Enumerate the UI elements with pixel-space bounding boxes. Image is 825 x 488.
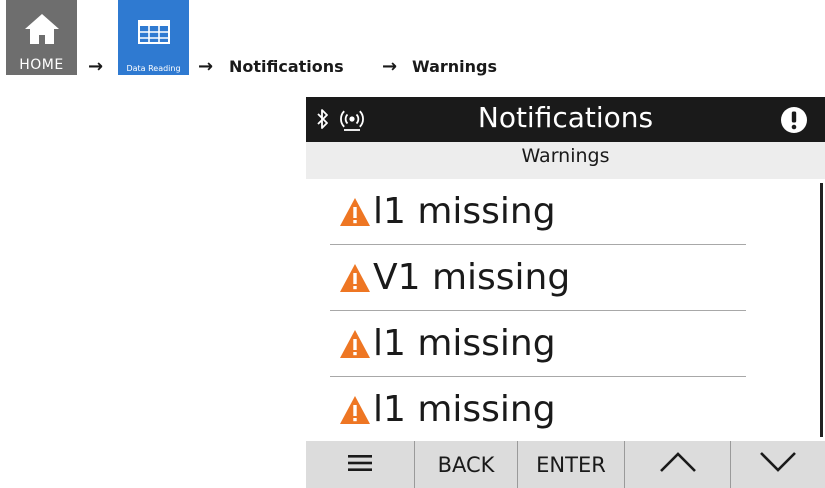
- scrollbar-thumb[interactable]: [820, 183, 823, 437]
- warning-message: l1 missing: [373, 323, 556, 364]
- warning-triangle-icon: [339, 263, 371, 293]
- page: HOME → Data Reading → Notifications → Wa…: [0, 0, 825, 488]
- scroll-down-button[interactable]: [730, 441, 825, 488]
- table-icon: [137, 0, 171, 64]
- house-icon: [23, 0, 61, 57]
- chevron-down-icon: [759, 451, 797, 478]
- breadcrumb-arrow: →: [198, 56, 214, 77]
- data-reading-tile[interactable]: Data Reading: [118, 0, 189, 75]
- device-screen: Notifications Warnings l1 missing V1 mis…: [306, 97, 825, 488]
- list-item[interactable]: V1 missing: [330, 245, 746, 311]
- scroll-up-button[interactable]: [624, 441, 730, 488]
- menu-button[interactable]: [306, 441, 414, 488]
- enter-button[interactable]: ENTER: [517, 441, 624, 488]
- warning-message: V1 missing: [373, 257, 571, 298]
- warning-triangle-icon: [339, 395, 371, 425]
- list-item[interactable]: l1 missing: [330, 377, 746, 443]
- title-bar: Notifications: [306, 97, 825, 142]
- scrollbar[interactable]: [818, 179, 825, 437]
- breadcrumb-warnings: Warnings: [412, 57, 498, 76]
- list-item[interactable]: l1 missing: [330, 179, 746, 245]
- warning-message: l1 missing: [373, 191, 556, 232]
- home-label: HOME: [19, 57, 64, 73]
- breadcrumb-arrow: →: [88, 56, 104, 77]
- back-button[interactable]: BACK: [414, 441, 517, 488]
- exclamation-icon[interactable]: [780, 106, 808, 138]
- softkey-bar: BACK ENTER: [306, 441, 825, 488]
- chevron-up-icon: [659, 451, 697, 478]
- warning-message: l1 missing: [373, 389, 556, 430]
- breadcrumb-arrow: →: [382, 56, 398, 77]
- screen-title: Notifications: [477, 101, 654, 134]
- home-tile[interactable]: HOME: [6, 0, 77, 75]
- warning-triangle-icon: [339, 329, 371, 359]
- hamburger-menu-icon: [348, 453, 372, 477]
- warning-list: l1 missing V1 missing l1 missing l1 miss…: [330, 179, 746, 443]
- screen-subtitle: Warnings: [306, 142, 825, 179]
- breadcrumb-notifications[interactable]: Notifications: [229, 57, 344, 76]
- data-reading-label: Data Reading: [126, 64, 181, 73]
- list-item[interactable]: l1 missing: [330, 311, 746, 377]
- warning-triangle-icon: [339, 197, 371, 227]
